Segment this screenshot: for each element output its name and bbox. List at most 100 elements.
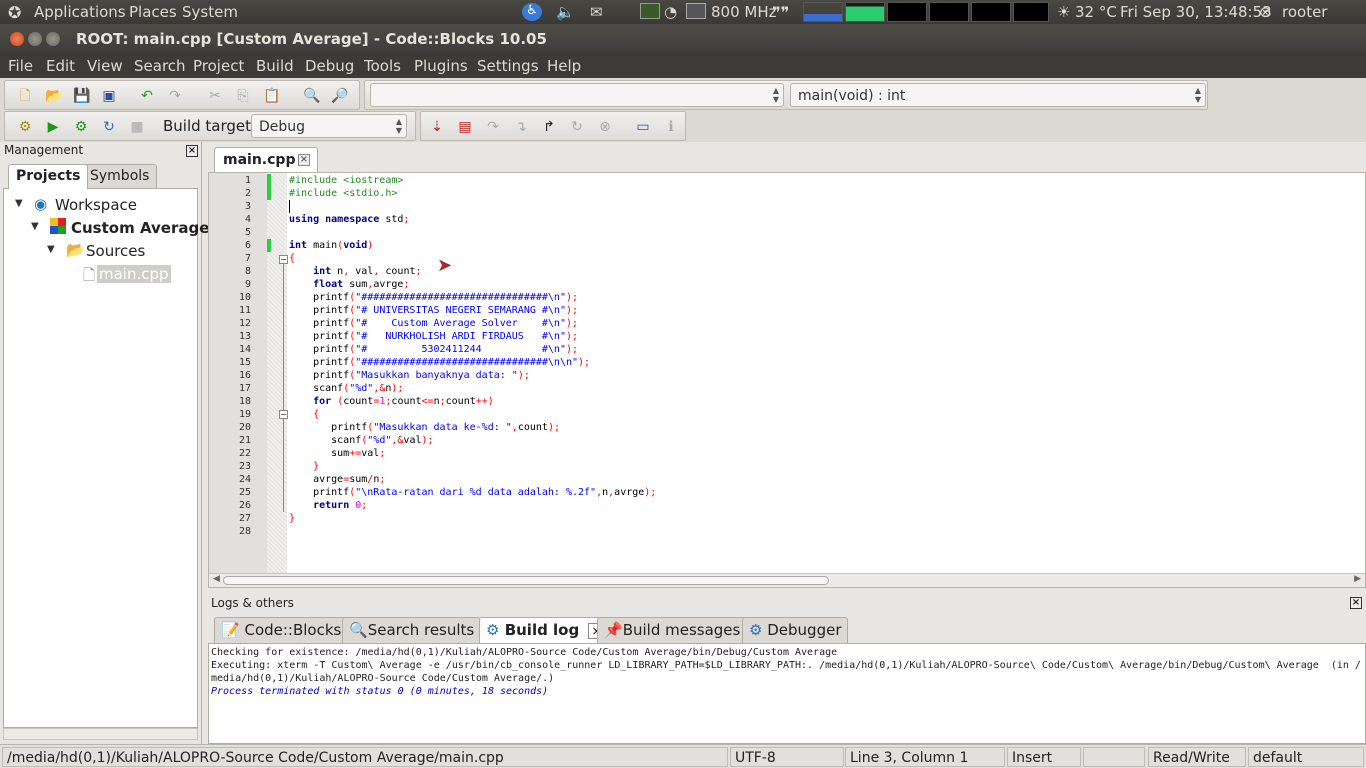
build-target-combo[interactable]: Debug ▲ ▼ xyxy=(251,114,407,138)
minimize-window-button[interactable] xyxy=(28,32,42,46)
user-menu[interactable]: rooter xyxy=(1282,3,1327,21)
line-number: 28 xyxy=(238,526,251,537)
stop-debug-icon[interactable]: ⊗ xyxy=(597,119,613,135)
weather-icon[interactable]: ☀ xyxy=(1057,3,1070,21)
various-info-icon[interactable]: ℹ xyxy=(663,119,679,135)
menu-view[interactable]: View xyxy=(87,57,123,75)
scroll-thumb[interactable] xyxy=(223,576,829,585)
code-line: for (count=1;count<=n;count++) xyxy=(313,396,494,407)
tab-symbols[interactable]: Symbols xyxy=(82,164,158,188)
run-to-cursor-icon[interactable]: ▤ xyxy=(457,119,473,135)
expand-arrow-icon[interactable]: ▼ xyxy=(31,221,39,232)
wireless-icon[interactable]: ◔ xyxy=(664,3,677,21)
abort-icon[interactable]: ■ xyxy=(129,119,145,135)
tab-build-log[interactable]: ⚙ Build log × xyxy=(479,617,612,644)
expand-arrow-icon[interactable]: ▼ xyxy=(47,244,55,255)
management-hscroll[interactable] xyxy=(3,728,198,740)
rebuild-icon[interactable]: ↻ xyxy=(101,119,117,135)
redo-icon[interactable]: ↷ xyxy=(167,88,183,104)
run-icon[interactable]: ▶ xyxy=(45,119,61,135)
log-line: media/hd(0,1)/Kuliah/ALOPRO-Source Code/… xyxy=(211,673,555,684)
status-encoding: UTF-8 xyxy=(730,747,844,767)
editor-tab-label: main.cpp xyxy=(223,152,296,168)
folder-icon: 📂 xyxy=(66,241,85,259)
step-out-icon[interactable]: ↱ xyxy=(541,119,557,135)
editor-tab-main-cpp[interactable]: main.cpp × xyxy=(214,147,318,172)
pin-icon: 📌 xyxy=(604,621,623,639)
next-instruction-icon[interactable]: ↻ xyxy=(569,119,585,135)
tree-folder[interactable]: Sources xyxy=(86,242,145,260)
menu-plugins[interactable]: Plugins xyxy=(414,57,468,75)
menu-help[interactable]: Help xyxy=(547,57,581,75)
save-all-icon[interactable]: ▣ xyxy=(101,88,117,104)
tab-debugger[interactable]: ⚙ Debugger xyxy=(742,617,849,643)
menu-search[interactable]: Search xyxy=(134,57,186,75)
tab-build-messages[interactable]: 📌Build messages xyxy=(597,617,748,643)
copy-icon[interactable]: ⎘ xyxy=(235,88,251,104)
code-editor[interactable]: 1 2 3 4 5 6 7 8 9 10 11 12 13 14 15 16 17 18 19 20 21 22 23 24 2… xyxy=(208,172,1366,588)
menu-tools[interactable]: Tools xyxy=(364,57,401,75)
tab-projects[interactable]: Projects xyxy=(8,164,89,189)
clock[interactable]: Fri Sep 30, 13:48:53 xyxy=(1120,3,1272,21)
menu-build[interactable]: Build xyxy=(256,57,294,75)
new-file-icon[interactable]: 🗋 xyxy=(17,88,33,104)
scroll-right-icon[interactable]: ▶ xyxy=(1354,574,1361,584)
close-tab-icon[interactable]: × xyxy=(298,154,310,166)
file-icon: 🗋 xyxy=(83,266,96,284)
mail-icon[interactable]: ✉ xyxy=(590,3,603,21)
weather-label: 32 °C xyxy=(1075,3,1117,21)
window-titlebar[interactable]: ROOT: main.cpp [Custom Average] - Code::… xyxy=(0,24,1366,54)
line-number: 20 xyxy=(238,422,251,433)
fold-toggle-icon[interactable]: − xyxy=(279,255,288,264)
code-line: scanf("%d",&n); xyxy=(289,383,404,394)
menu-edit[interactable]: Edit xyxy=(46,57,75,75)
line-number: 12 xyxy=(238,318,251,329)
menu-settings[interactable]: Settings xyxy=(477,57,539,75)
build-and-run-icon[interactable]: ⚙ xyxy=(73,119,89,135)
cut-icon[interactable]: ✂ xyxy=(207,88,223,104)
tree-workspace[interactable]: Workspace xyxy=(55,196,137,214)
volume-icon[interactable]: 🔈 xyxy=(556,3,575,21)
cpu-freq-icon[interactable] xyxy=(686,3,706,19)
next-line-icon[interactable]: ↷ xyxy=(485,119,501,135)
save-icon[interactable]: 💾 xyxy=(73,88,90,104)
fold-toggle-icon[interactable]: − xyxy=(279,410,288,419)
maximize-window-button[interactable] xyxy=(46,32,60,46)
menu-debug[interactable]: Debug xyxy=(305,57,354,75)
network-monitor-icon[interactable] xyxy=(640,3,660,19)
find-icon[interactable]: 🔍 xyxy=(303,88,320,104)
chat-icon[interactable]: ❞❞ xyxy=(772,3,789,22)
close-window-button[interactable] xyxy=(10,32,24,46)
tree-file[interactable]: main.cpp xyxy=(97,265,171,283)
menu-project[interactable]: Project xyxy=(193,57,244,75)
paste-icon[interactable]: 📋 xyxy=(263,88,280,104)
system-menu[interactable]: System xyxy=(182,3,238,21)
build-log-output[interactable]: Checking for existence: /media/hd(0,1)/K… xyxy=(208,643,1366,744)
close-logs-icon[interactable]: × xyxy=(1350,597,1362,609)
undo-icon[interactable]: ↶ xyxy=(139,88,155,104)
close-management-icon[interactable]: × xyxy=(186,145,198,157)
tab-codeblocks-log[interactable]: 📝 Code::Blocks xyxy=(214,617,349,643)
expand-arrow-icon[interactable]: ▼ xyxy=(15,198,23,209)
editor-hscroll[interactable]: ◀ ▶ xyxy=(209,573,1365,587)
applications-menu[interactable]: Applications xyxy=(34,3,126,21)
power-icon[interactable]: ⊗ xyxy=(1259,3,1272,21)
menu-file[interactable]: File xyxy=(8,57,33,75)
debug-windows-icon[interactable]: ▭ xyxy=(635,119,651,135)
step-into-icon[interactable]: ↴ xyxy=(513,119,529,135)
build-gear-icon[interactable]: ⚙ xyxy=(17,119,33,135)
tab-search-results[interactable]: 🔍Search results xyxy=(342,617,482,643)
code-line: { xyxy=(313,409,320,420)
top-panel: ✪ Applications Places System ♿ 🔈 ✉ ◔ 800… xyxy=(0,0,1366,24)
scroll-left-icon[interactable]: ◀ xyxy=(213,574,220,584)
places-menu[interactable]: Places xyxy=(129,3,177,21)
accessibility-icon[interactable]: ♿ xyxy=(522,3,542,21)
function-combo[interactable]: main(void) : int ▲ ▼ xyxy=(790,83,1206,107)
replace-icon[interactable]: 🔎 xyxy=(331,88,348,104)
ubuntu-logo-icon[interactable]: ✪ xyxy=(8,3,21,22)
tree-project[interactable]: Custom Average xyxy=(71,219,209,237)
debug-start-icon[interactable]: ⇣ xyxy=(429,119,445,135)
scope-combo[interactable]: ▲ ▼ xyxy=(370,83,784,107)
open-file-icon[interactable]: 📂 xyxy=(45,88,62,104)
code-line: float sum,avrge; xyxy=(313,279,410,290)
